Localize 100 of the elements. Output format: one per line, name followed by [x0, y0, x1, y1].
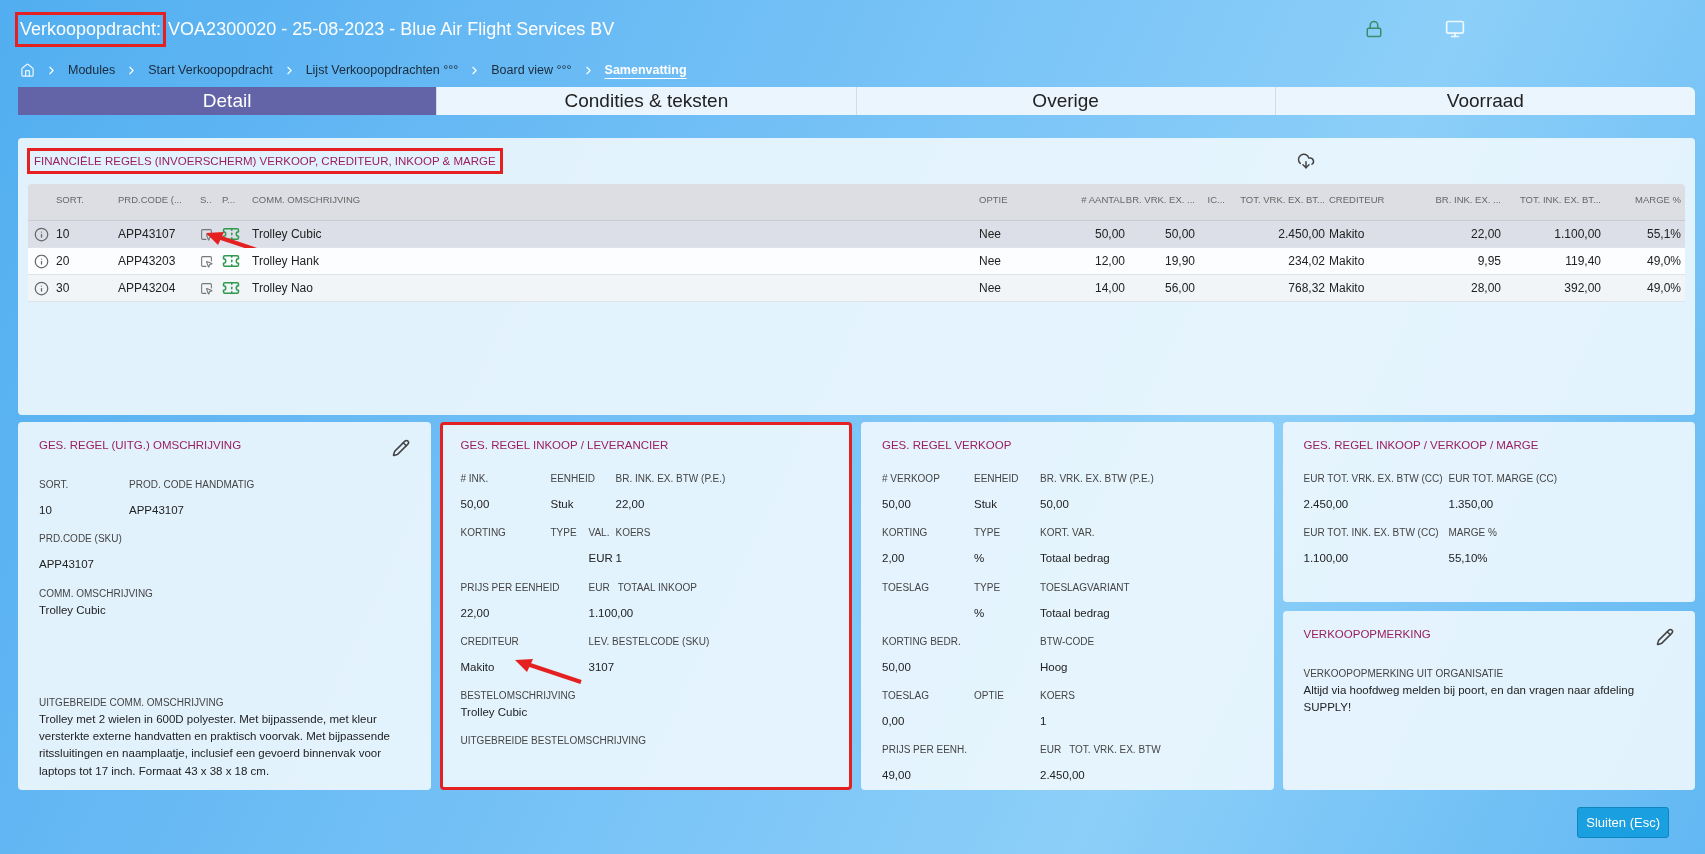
field-value: 2.450,00	[1040, 768, 1086, 784]
column-header[interactable]: TOT. INK. EX. BT...	[1519, 184, 1605, 205]
field-label: # VERKOOP	[882, 473, 940, 484]
column-header[interactable]: BR. INK. EX. ...	[1435, 184, 1505, 205]
lock-icon[interactable]	[1365, 20, 1383, 38]
table-cell-text: 392,00	[1564, 281, 1602, 295]
table-row[interactable]: 20 APP43203 Trolley Hank Nee 12,00 19,90 234,02 Makito 9,95 119,40 49,0%	[28, 248, 1685, 275]
field-label: EUR TOT. MARGE (CC)	[1448, 473, 1558, 484]
field-value: 3107	[588, 659, 616, 675]
table-cell: 20	[56, 254, 70, 268]
breadcrumb-link[interactable]: Start Verkoopopdracht	[148, 63, 273, 77]
field-value: 2.450,00	[1303, 497, 1350, 512]
field-label: TOESLAG	[882, 581, 930, 593]
column-header[interactable]: TOT. VRK. EX. BT...	[1240, 184, 1329, 205]
field-label: LEV. BESTELCODE (SKU)	[588, 635, 710, 647]
field-label: KORTING	[460, 527, 506, 539]
table-cell-text: 12,00	[1094, 254, 1126, 268]
field-label: EENHEID	[974, 473, 1019, 484]
home-icon[interactable]	[20, 62, 35, 78]
column-header[interactable]: P...	[222, 184, 236, 205]
breadcrumb-link[interactable]: Modules	[68, 63, 116, 77]
ticket-icon[interactable]	[222, 279, 240, 297]
table-cell: 30	[56, 281, 70, 295]
table-cell: Nee	[979, 227, 1001, 241]
field-value: 1.350,00	[1448, 497, 1495, 512]
column-header[interactable]: MARGE %	[1635, 184, 1685, 205]
field-value: EUR	[588, 551, 614, 567]
tab[interactable]: Overige	[856, 87, 1276, 115]
field-label: BESTELOMSCHRIJVING	[460, 690, 576, 701]
field-value: 50,00	[460, 497, 491, 512]
table-cell: Makito	[1329, 281, 1365, 295]
column-header[interactable]: OPTIE	[979, 184, 1008, 205]
panel-title: GES. REGEL (UITG.) OMSCHRIJVING	[39, 439, 242, 451]
column-header[interactable]: PRD.CODE (...	[118, 184, 182, 205]
tab[interactable]: Condities & teksten	[437, 87, 857, 115]
table-cell-text: 50,00	[1094, 227, 1126, 241]
field-label: PRIJS PER EENH.	[882, 744, 968, 756]
panel-title: GES. REGEL VERKOOP	[882, 439, 1012, 451]
column-header[interactable]: BR. VRK. EX. ...	[1125, 184, 1199, 205]
field-value: %	[974, 551, 986, 567]
column-header[interactable]: COMM. OMSCHRIJVING	[252, 184, 361, 205]
panel-title: GES. REGEL INKOOP / LEVERANCIER	[460, 439, 669, 451]
ticket-icon[interactable]	[222, 252, 240, 270]
section-title: FINANCIËLE REGELS (INVOERSCHERM) VERKOOP, CREDITEUR, INKOOP & MARGE	[28, 149, 502, 173]
field-value: %	[974, 605, 986, 621]
info-icon[interactable]	[34, 226, 49, 242]
column-header[interactable]: S..	[200, 184, 212, 205]
field-label: KOERS	[615, 527, 651, 539]
edit-icon[interactable]	[391, 439, 410, 457]
field-label: CREDITEUR	[460, 635, 519, 647]
currency-label: EUR	[1040, 744, 1062, 756]
field-label: EUR TOT. VRK. EX. BTW (CC)	[1303, 473, 1443, 484]
cursor-box-icon[interactable]	[200, 254, 213, 268]
column-header[interactable]: SORT.	[56, 184, 84, 205]
table-cell-text: 19,90	[1164, 254, 1196, 268]
field-label: UITGEBREIDE BESTELOMSCHRIJVING	[460, 735, 647, 747]
breadcrumb-link[interactable]: Board view °°°	[491, 63, 572, 77]
table-row[interactable]: 10 APP43107 Trolley Cubic Nee 50,00 50,00 2.450,00 Makito 22,00 1.100,00 55,1%	[28, 221, 1685, 248]
column-header[interactable]: CREDITEUR	[1329, 184, 1385, 205]
field-label: EENHEID	[550, 473, 595, 484]
field-label: TOTAAL INKOOP	[617, 581, 697, 593]
tab[interactable]: Detail	[18, 87, 438, 115]
table-cell: Nee	[979, 254, 1001, 268]
field-value: APP43107	[39, 557, 95, 573]
field-value: Stuk	[974, 497, 998, 512]
table-cell-text: 50,00	[1164, 227, 1196, 241]
field-label: TOESLAG	[882, 690, 930, 701]
tab[interactable]: Voorraad	[1275, 87, 1695, 115]
cursor-box-icon[interactable]	[200, 281, 213, 295]
edit-icon[interactable]	[1656, 628, 1674, 646]
field-label: TOESLAGVARIANT	[1040, 581, 1130, 593]
field-label: PRD.CODE (SKU)	[39, 533, 122, 545]
field-label: TOT. VRK. EX. BTW	[1069, 744, 1161, 756]
table-cell: APP43203	[118, 254, 176, 268]
cursor-box-icon[interactable]	[200, 227, 213, 241]
table-row[interactable]: 30 APP43204 Trolley Nao Nee 14,00 56,00 768,32 Makito 28,00 392,00 49,0%	[28, 275, 1685, 302]
field-value: 2,00	[882, 551, 906, 567]
breadcrumb-link[interactable]: Lijst Verkoopopdrachten °°°	[305, 63, 459, 77]
currency-label: EUR	[588, 581, 610, 593]
field-label: KORT. VAR.	[1040, 527, 1095, 539]
field-label: BR. INK. EX. BTW (P.E.)	[615, 473, 726, 484]
table-cell: Nee	[979, 281, 1001, 295]
field-label: EUR TOT. INK. EX. BTW (CC)	[1303, 527, 1439, 539]
field-value: 22,00	[460, 605, 491, 621]
field-label: UITGEBREIDE COMM. OMSCHRIJVING	[39, 696, 224, 708]
field-value: 1.100,00	[1303, 551, 1350, 567]
field-label: BR. VRK. EX. BTW (P.E.)	[1040, 473, 1154, 484]
field-label: OPTIE	[974, 690, 1004, 701]
field-value: Altijd via hoofdweg melden bij poort, en dan vragen naar afdeling SUPPLY!	[1303, 683, 1636, 716]
field-label: PROD. CODE HANDMATIG	[129, 479, 255, 490]
close-button[interactable]: Sluiten (Esc)	[1577, 806, 1669, 838]
column-header[interactable]: IC...	[1207, 184, 1229, 205]
table-cell: Trolley Hank	[252, 254, 319, 268]
ticket-icon[interactable]	[222, 225, 240, 243]
table-cell: Trolley Cubic	[252, 227, 322, 241]
field-value: Trolley Cubic	[39, 602, 107, 618]
panel-title: VERKOOPOPMERKING	[1303, 628, 1431, 640]
info-icon[interactable]	[34, 253, 49, 269]
cloud-download-icon[interactable]	[1297, 152, 1315, 170]
info-icon[interactable]	[34, 280, 49, 296]
